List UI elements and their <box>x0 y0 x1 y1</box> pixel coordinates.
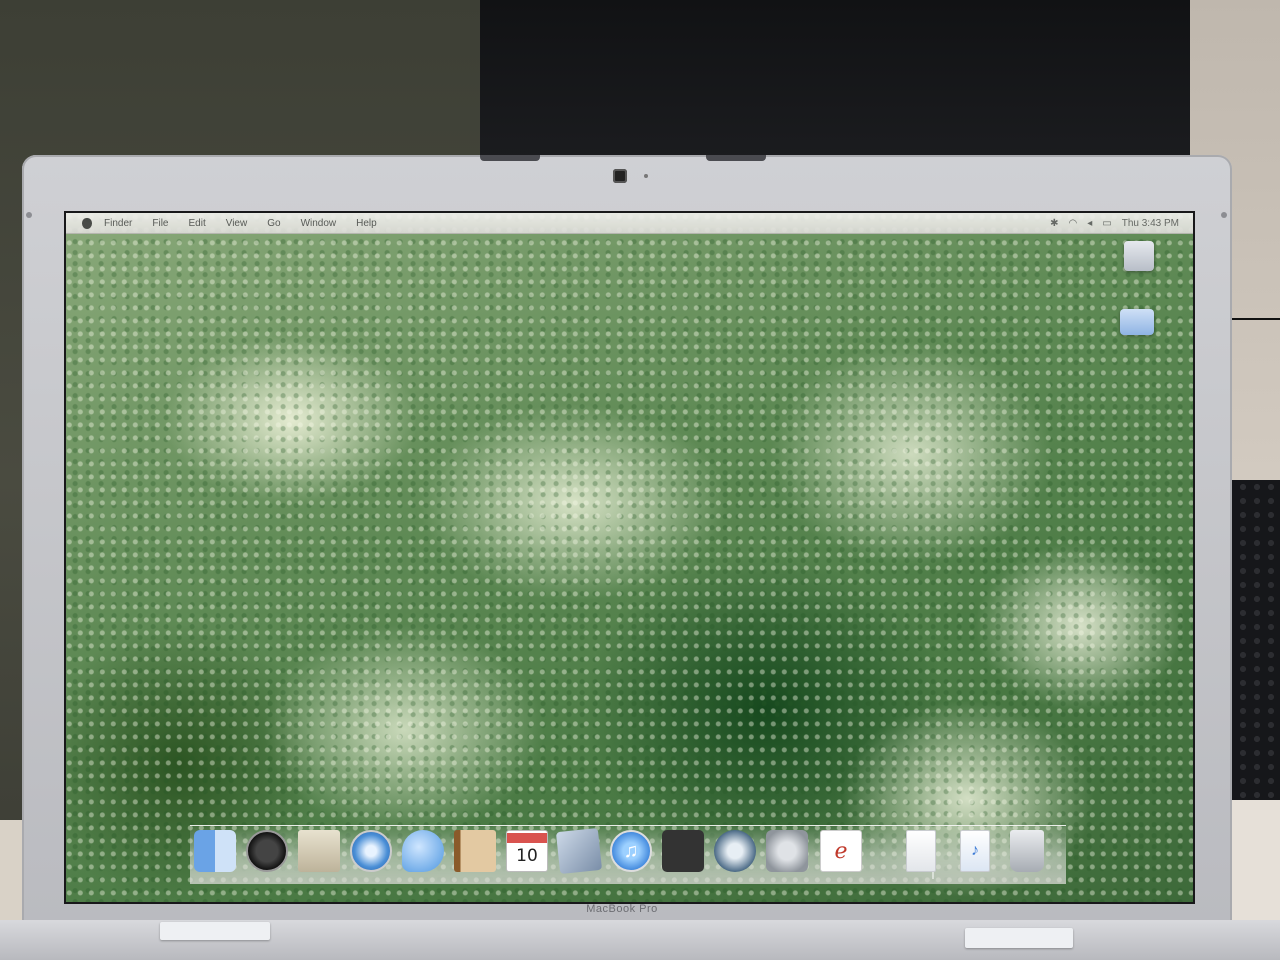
music-note-glyph: ♪ <box>971 842 979 859</box>
mail-icon[interactable] <box>298 830 340 872</box>
volume-icon[interactable]: ◂ <box>1087 218 1092 229</box>
calendar-icon[interactable]: 10 <box>506 830 548 872</box>
wifi-icon[interactable]: ◠ <box>1069 218 1078 229</box>
itunes-note-glyph: ♫ <box>623 839 639 862</box>
document-icon[interactable] <box>906 830 936 872</box>
webcam <box>613 169 627 183</box>
menubar-status-area: ✱ ◠ ◂ ▭ Thu 3:43 PM <box>1050 218 1193 229</box>
battery-icon[interactable]: ▭ <box>1102 218 1111 229</box>
menu-edit[interactable]: Edit <box>188 218 205 229</box>
bluetooth-icon[interactable]: ✱ <box>1050 218 1058 229</box>
screen: Finder File Edit View Go Window Help ✱ ◠… <box>64 211 1195 904</box>
red-swoosh-app-icon[interactable]: ℯ <box>820 830 862 872</box>
folder-icon[interactable] <box>1120 309 1154 335</box>
menubar-clock[interactable]: Thu 3:43 PM <box>1122 218 1179 229</box>
address-book-icon[interactable] <box>454 830 496 872</box>
apple-menu-icon[interactable] <box>82 217 92 229</box>
lid-latch-left <box>480 155 540 161</box>
calendar-header <box>507 833 547 843</box>
bezel-magnet-left <box>26 212 32 218</box>
safari-icon[interactable] <box>350 830 392 872</box>
lid-latch-right <box>706 155 766 161</box>
dashboard-icon[interactable] <box>246 830 288 872</box>
spaces-icon[interactable] <box>662 830 704 872</box>
webcam-light <box>644 174 648 178</box>
itunes-icon[interactable]: ♫ <box>610 830 652 872</box>
desktop-wallpaper <box>66 213 1193 902</box>
background-monitor <box>480 0 1240 160</box>
cable <box>1226 318 1280 320</box>
laptop-foot-left <box>160 922 270 940</box>
menu-go[interactable]: Go <box>267 218 280 229</box>
menu-help[interactable]: Help <box>356 218 377 229</box>
music-document-icon[interactable]: ♪ <box>960 830 990 872</box>
menubar: Finder File Edit View Go Window Help ✱ ◠… <box>66 213 1193 234</box>
menu-finder[interactable]: Finder <box>104 218 132 229</box>
iphoto-icon[interactable] <box>555 827 603 875</box>
app-glyph: ℯ <box>834 838 848 864</box>
laptop-foot-right <box>965 928 1073 948</box>
system-preferences-icon[interactable] <box>766 830 808 872</box>
trash-icon[interactable] <box>1010 830 1044 872</box>
bezel-magnet-right <box>1221 212 1227 218</box>
menu-view[interactable]: View <box>226 218 248 229</box>
laptop-brand-label: MacBook Pro <box>586 903 658 915</box>
calendar-date: 10 <box>516 846 538 866</box>
hard-drive-icon[interactable] <box>1124 241 1154 271</box>
finder-icon[interactable] <box>194 830 236 872</box>
menu-file[interactable]: File <box>152 218 168 229</box>
ichat-icon[interactable] <box>402 830 444 872</box>
time-machine-icon[interactable] <box>714 830 756 872</box>
menu-window[interactable]: Window <box>301 218 337 229</box>
